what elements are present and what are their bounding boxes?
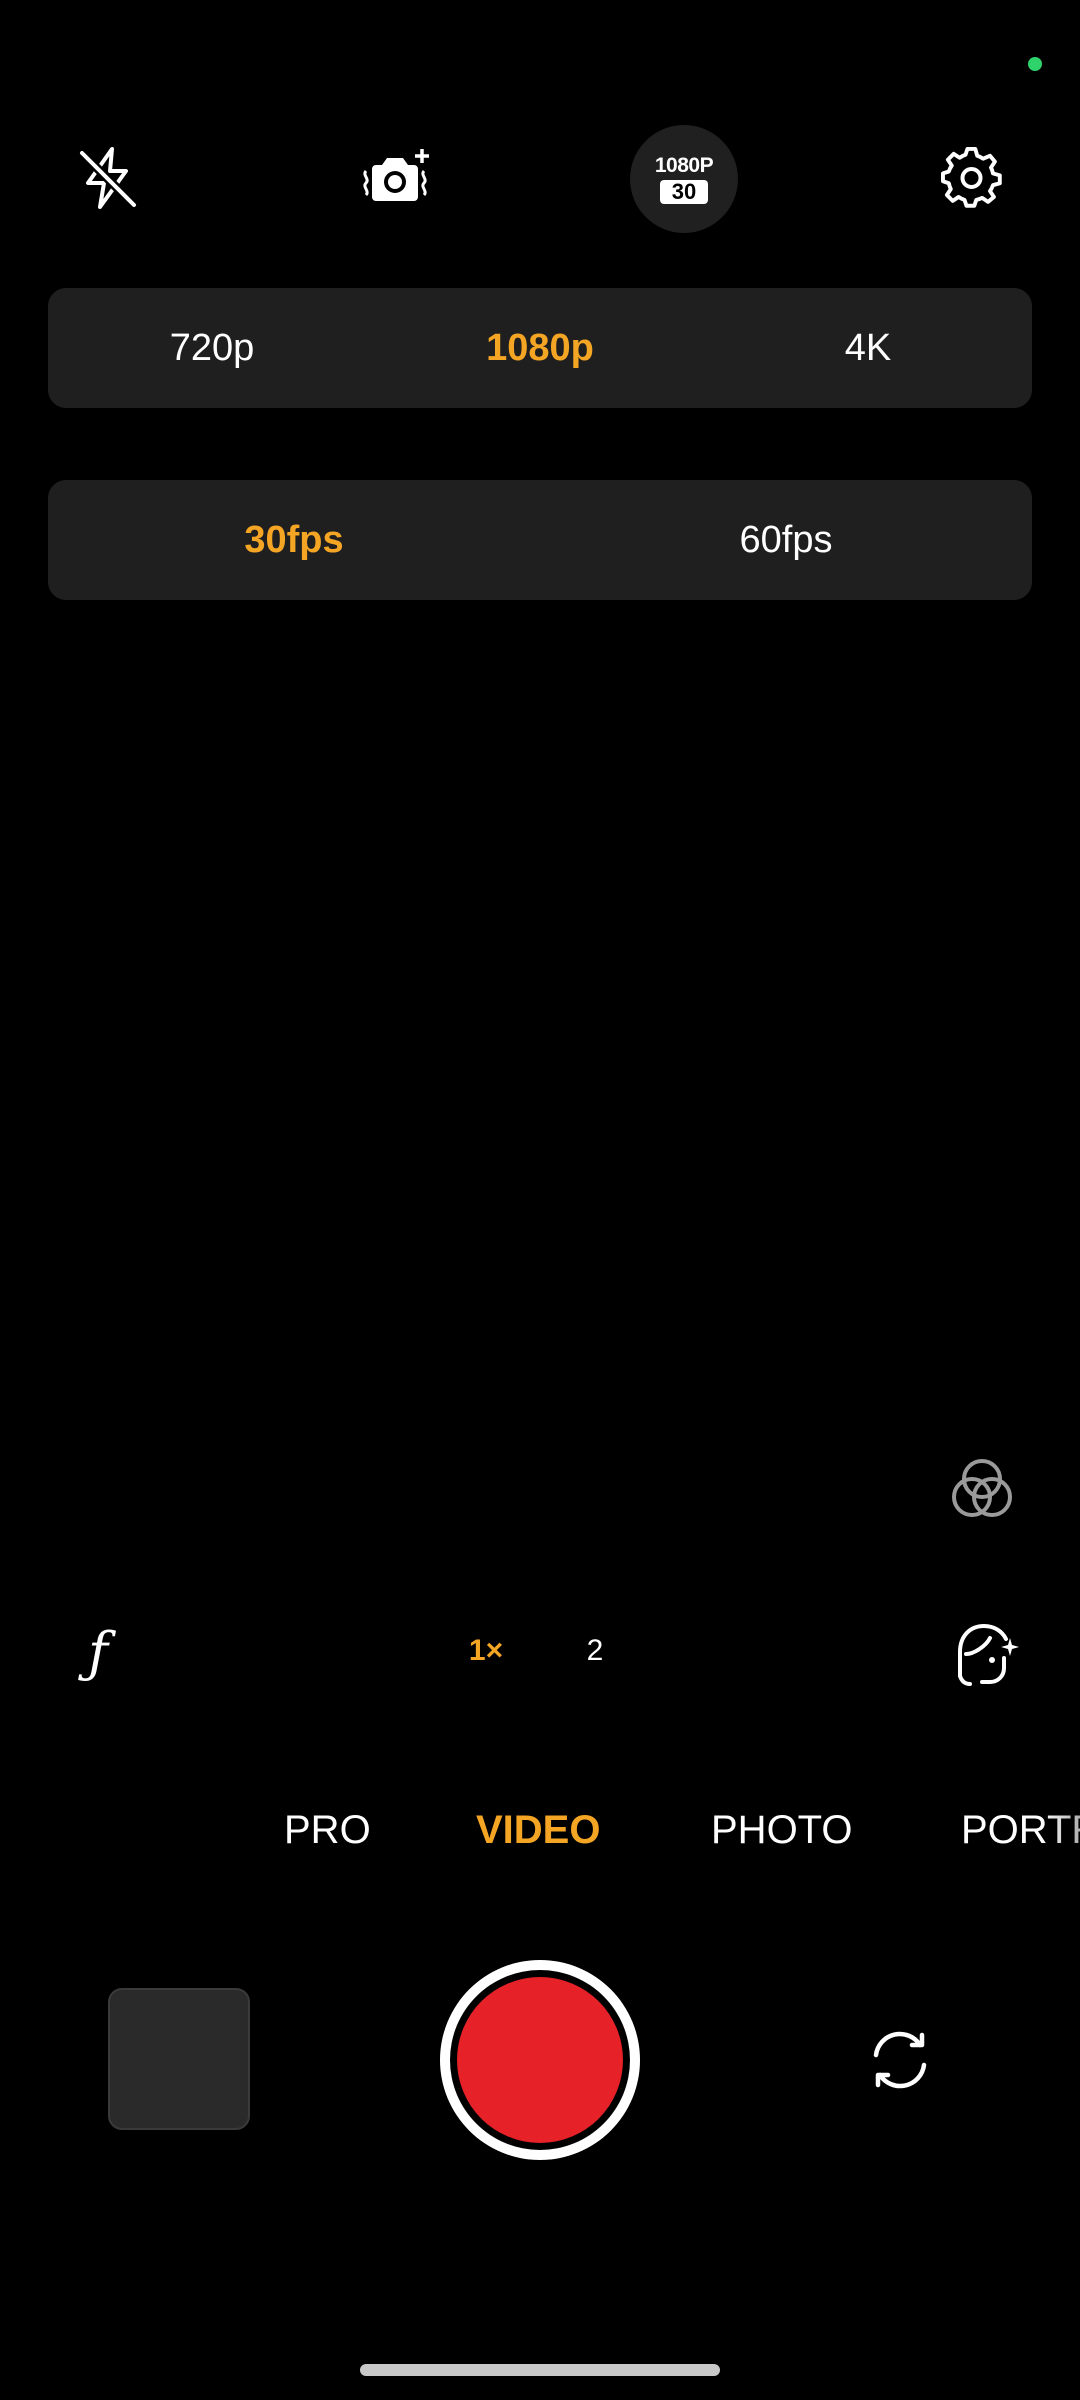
record-button-ring — [450, 1970, 630, 2150]
resolution-badge-label: 1080P — [654, 153, 714, 177]
mode-video[interactable]: VIDEO — [476, 1790, 600, 1870]
flash-off-icon[interactable] — [68, 138, 148, 218]
zoom-option-1x[interactable]: 1× — [469, 1626, 503, 1676]
camera-screen: 1080P 30 720p 1080p 4K 30fps 60fps ƒ 1× … — [0, 0, 1080, 2400]
resolution-option-4k[interactable]: 4K — [845, 288, 891, 408]
resolution-selector: 720p 1080p 4K — [48, 288, 1032, 408]
fps-badge-label: 30 — [659, 179, 709, 204]
face-retouch-icon[interactable] — [952, 1618, 1022, 1690]
mode-portrait[interactable]: PORTRAIT — [961, 1790, 1080, 1870]
resolution-option-720p[interactable]: 720p — [170, 288, 255, 408]
gallery-thumbnail[interactable] — [108, 1988, 250, 2130]
zoom-option-2x[interactable]: 2 — [587, 1626, 604, 1676]
mode-photo[interactable]: PHOTO — [711, 1790, 853, 1870]
switch-camera-icon[interactable] — [862, 2025, 938, 2095]
mode-pro[interactable]: PRO — [284, 1790, 371, 1870]
gear-icon[interactable] — [932, 138, 1012, 218]
fps-option-60[interactable]: 60fps — [740, 480, 833, 600]
record-button-core — [457, 1977, 623, 2143]
record-button[interactable] — [440, 1960, 640, 2160]
camera-mode-selector: PRO VIDEO PHOTO PORTRAIT — [0, 1790, 1080, 1870]
color-filter-icon[interactable] — [950, 1455, 1020, 1525]
resolution-option-1080p[interactable]: 1080p — [486, 288, 594, 408]
resolution-fps-badge[interactable]: 1080P 30 — [630, 125, 738, 233]
home-indicator[interactable] — [360, 2364, 720, 2376]
aperture-f-icon[interactable]: ƒ — [78, 1618, 118, 1688]
fps-option-30[interactable]: 30fps — [244, 480, 343, 600]
camera-add-icon[interactable] — [356, 138, 436, 218]
fps-selector: 30fps 60fps — [48, 480, 1032, 600]
privacy-indicator-dot — [1028, 57, 1042, 71]
